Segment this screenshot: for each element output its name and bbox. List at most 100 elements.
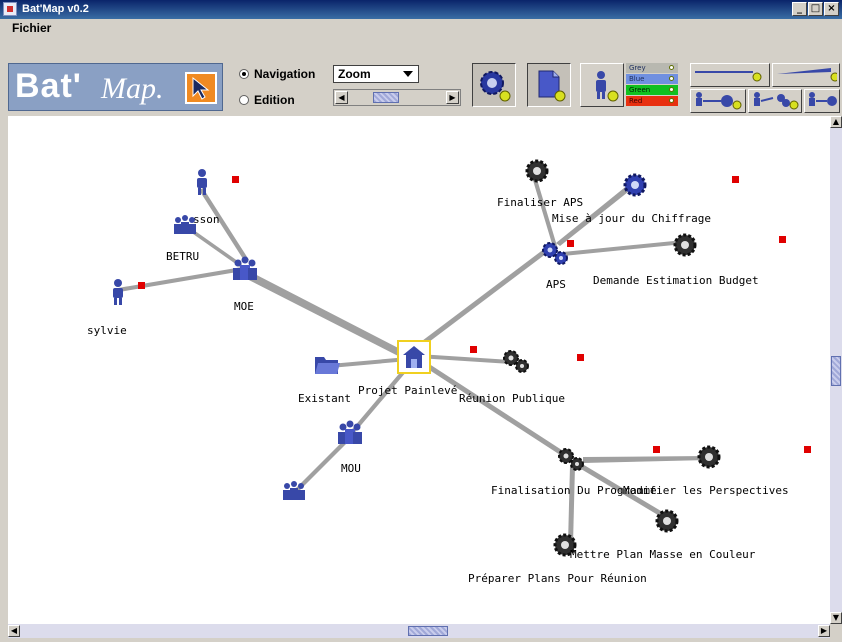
- level-red[interactable]: Red: [626, 96, 678, 106]
- vertical-scrollbar[interactable]: ▲ ▼: [830, 116, 842, 624]
- person-node-icon: [596, 71, 619, 102]
- scroll-down-arrow-icon[interactable]: ▼: [830, 612, 842, 624]
- group-node[interactable]: [280, 480, 308, 508]
- person-node[interactable]: [192, 168, 212, 200]
- person-gear-link-icon: [696, 92, 742, 110]
- group-icon: [233, 256, 257, 280]
- gear-icon: [655, 509, 679, 533]
- gears-icon: [558, 448, 584, 471]
- chevron-down-icon: [403, 71, 413, 77]
- task-node-finalisation[interactable]: [556, 446, 588, 478]
- node-label-mise-a-jour: Mise à jour du Chiffrage: [552, 212, 711, 225]
- badge-icon: [732, 176, 739, 183]
- person-node-sylvie[interactable]: [108, 278, 128, 310]
- node-label-demande-estimation: Demande Estimation Budget: [593, 274, 759, 287]
- radio-navigation[interactable]: Navigation: [239, 67, 315, 81]
- task-node-mettre-plan[interactable]: [654, 508, 680, 538]
- radio-edition-label: Edition: [254, 93, 295, 107]
- group-node-moe[interactable]: [230, 256, 260, 288]
- level-red-label: Red: [629, 97, 643, 105]
- task-node-reunion[interactable]: [501, 348, 533, 380]
- line-style-tapered-button[interactable]: [772, 63, 840, 87]
- slider-right-arrow-icon[interactable]: ▶: [446, 91, 459, 104]
- horizontal-scrollbar[interactable]: ◀ ▶: [8, 624, 830, 638]
- level-grey[interactable]: Grey: [626, 63, 678, 73]
- task-node-finaliser-aps[interactable]: [524, 158, 550, 188]
- radio-dot-icon: [239, 95, 249, 105]
- project-node-projet[interactable]: [397, 340, 431, 374]
- edge-sylvie-moe: [118, 267, 243, 292]
- level-ring-icon: [669, 65, 674, 70]
- node-label-moe: MOE: [234, 300, 254, 313]
- close-button[interactable]: ×: [824, 2, 839, 16]
- zoom-slider-thumb[interactable]: [373, 92, 400, 103]
- gear-icon: [697, 445, 721, 469]
- radio-dot-icon: [239, 69, 249, 79]
- slider-left-arrow-icon[interactable]: ◀: [335, 91, 348, 104]
- document-node-existant[interactable]: [312, 352, 342, 382]
- radio-edition[interactable]: Edition: [239, 93, 295, 107]
- menu-fichier[interactable]: Fichier: [12, 21, 51, 35]
- task-node-modifier[interactable]: [696, 444, 722, 474]
- link-person-group-button[interactable]: [748, 89, 802, 113]
- group-node-betru[interactable]: [171, 214, 199, 242]
- horizontal-scroll-thumb[interactable]: [408, 626, 448, 636]
- level-blue[interactable]: Blue: [626, 74, 678, 84]
- node-label-mettre-plan: Mettre Plan Masse en Couleur: [570, 548, 756, 561]
- add-task-node-button[interactable]: [472, 63, 516, 107]
- badge-icon: [653, 446, 660, 453]
- link-person-doc-button[interactable]: [804, 89, 840, 113]
- logo-cursor-icon: [185, 72, 217, 104]
- graph-canvas[interactable]: sson BETRU MOE sylvie Finaliser APS Mise…: [8, 116, 830, 624]
- logo-text-script: Map.: [101, 72, 164, 105]
- group-node-mou[interactable]: [335, 420, 365, 452]
- level-ring-icon: [669, 76, 674, 81]
- scroll-up-arrow-icon[interactable]: ▲: [830, 116, 842, 128]
- link-person-task-button[interactable]: [690, 89, 746, 113]
- edge-demande-aps: [563, 240, 684, 256]
- straight-line-icon: [695, 71, 762, 82]
- add-person-node-button[interactable]: [580, 63, 624, 107]
- badge-icon: [138, 282, 145, 289]
- task-node-demande-estimation[interactable]: [672, 232, 698, 262]
- gear-icon: [623, 173, 647, 197]
- gear-icon: [673, 233, 697, 257]
- badge-icon: [577, 354, 584, 361]
- person-link-icon: [809, 92, 837, 106]
- node-label-finaliser-aps: Finaliser APS: [497, 196, 584, 209]
- group-icon: [283, 481, 305, 500]
- level-green-label: Green: [629, 86, 651, 94]
- task-node-mise-a-jour[interactable]: [622, 172, 648, 202]
- zoom-select[interactable]: Zoom: [333, 65, 419, 83]
- badge-icon: [567, 240, 574, 247]
- vertical-scroll-thumb[interactable]: [831, 356, 841, 386]
- add-document-node-button[interactable]: [527, 63, 571, 107]
- title-bar: Bat'Map v0.2 _ □ ×: [0, 0, 842, 19]
- minimize-button[interactable]: _: [792, 2, 807, 16]
- node-label-aps: APS: [546, 278, 566, 291]
- node-label-reunion: Réunion Publique: [459, 392, 565, 405]
- person-icon: [113, 279, 123, 305]
- scroll-left-arrow-icon[interactable]: ◀: [8, 625, 20, 637]
- gear-node-icon: [480, 71, 511, 102]
- gear-icon: [525, 159, 549, 183]
- level-green[interactable]: Green: [626, 85, 678, 95]
- level-ring-icon: [669, 87, 674, 92]
- badge-icon: [232, 176, 239, 183]
- node-label-preparer: Préparer Plans Pour Réunion: [468, 572, 647, 585]
- edge-modifier-finalisation: [583, 456, 708, 463]
- window-title: Bat'Map v0.2: [22, 3, 89, 15]
- node-label-sylvie: sylvie: [87, 324, 127, 337]
- zoom-slider[interactable]: ◀ ▶: [333, 89, 461, 106]
- group-icon: [174, 215, 196, 234]
- gears-icon: [503, 350, 529, 373]
- radio-navigation-label: Navigation: [254, 67, 316, 81]
- badge-icon: [804, 446, 811, 453]
- node-label-betru: BETRU: [166, 250, 200, 263]
- node-label-existant: Existant: [298, 392, 351, 405]
- edge-reunion-projet: [418, 354, 510, 364]
- maximize-button[interactable]: □: [808, 2, 823, 16]
- scroll-right-arrow-icon[interactable]: ▶: [818, 625, 830, 637]
- level-blue-label: Blue: [629, 75, 645, 83]
- line-style-straight-button[interactable]: [690, 63, 770, 87]
